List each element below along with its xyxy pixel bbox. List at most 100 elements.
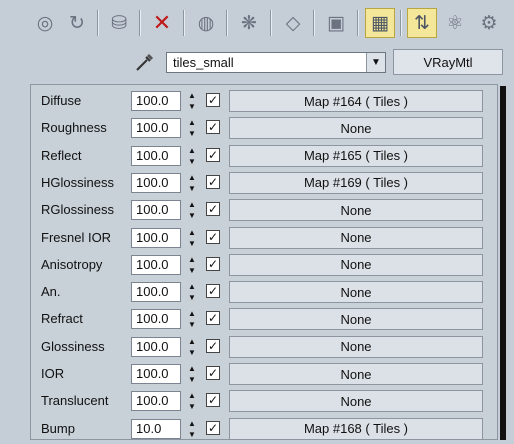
spinner-arrows-icon[interactable]: ▲ ▼: [187, 309, 197, 329]
map-row: HGlossiness 100.0 ▲ ▼ ✓ Map #169 ( Tiles ): [34, 171, 494, 195]
spinner-arrows-icon[interactable]: ▲ ▼: [187, 282, 197, 302]
toolbar-separator: [357, 10, 359, 36]
toolbar-separator: [313, 10, 315, 36]
toolbar-separator: [400, 10, 402, 36]
map-row: An. 100.0 ▲ ▼ ✓ None: [34, 280, 494, 304]
spinner-arrows-icon[interactable]: ▲ ▼: [187, 173, 197, 193]
map-row: Translucent 100.0 ▲ ▼ ✓ None: [34, 389, 494, 413]
get-material-icon[interactable]: ◎: [30, 8, 60, 38]
show-in-viewport-icon[interactable]: ▣: [321, 8, 351, 38]
map-amount-field[interactable]: 100.0: [131, 391, 181, 412]
toolbar-separator: [226, 10, 228, 36]
go-to-parent-icon[interactable]: ⚛: [440, 8, 470, 38]
map-enable-checkbox[interactable]: ✓: [206, 93, 220, 107]
map-amount-field[interactable]: 100.0: [131, 200, 181, 221]
map-slot-button[interactable]: Map #165 ( Tiles ): [229, 144, 483, 167]
map-amount-field[interactable]: 100.0: [131, 282, 181, 303]
map-row-label: Reflect: [41, 147, 82, 163]
map-row-label: Translucent: [41, 393, 109, 409]
material-editor-toolbar: ◎ ↻ ⛁ ✕ ◍ ❋ ◇ ▣ ▦ ⇅ ⚛ ⚙: [0, 0, 514, 44]
map-enable-checkbox[interactable]: ✓: [206, 284, 220, 299]
map-amount-field[interactable]: 100.0: [131, 118, 181, 139]
material-name: tiles_small: [173, 55, 234, 70]
map-slot-button[interactable]: Map #169 ( Tiles ): [229, 171, 483, 194]
map-row-label: Roughness: [41, 120, 107, 136]
spinner-arrows-icon[interactable]: ▲ ▼: [187, 200, 197, 220]
map-slot-button[interactable]: None: [229, 390, 483, 413]
spinner-arrows-icon[interactable]: ▲ ▼: [187, 146, 197, 166]
map-enable-checkbox[interactable]: ✓: [206, 120, 220, 135]
pick-material-eyedropper-icon[interactable]: [130, 49, 160, 75]
map-amount-field[interactable]: 100.0: [131, 336, 181, 357]
map-enable-checkbox[interactable]: ✓: [206, 393, 220, 408]
map-amount-field[interactable]: 100.0: [131, 145, 181, 166]
map-enable-checkbox[interactable]: ✓: [206, 366, 220, 380]
map-row-label: Anisotropy: [41, 256, 103, 272]
map-amount-field[interactable]: 100.0: [131, 254, 181, 275]
map-row-label: Refract: [41, 311, 83, 327]
spinner-arrows-icon[interactable]: ▲ ▼: [187, 118, 197, 138]
go-forward-icon[interactable]: ⚙: [474, 8, 504, 38]
map-row: Bump 10.0 ▲ ▼ ✓ Map #168 ( Tiles ): [34, 417, 494, 441]
show-end-result-icon[interactable]: ⇅: [407, 8, 437, 38]
map-amount-field[interactable]: 100.0: [131, 91, 181, 111]
spinner-arrows-icon[interactable]: ▲ ▼: [187, 228, 197, 248]
map-row: Diffuse 100.0 ▲ ▼ ✓ Map #164 ( Tiles ): [34, 89, 494, 113]
assign-material-icon[interactable]: ⛁: [104, 8, 134, 38]
map-row: Fresnel IOR 100.0 ▲ ▼ ✓ None: [34, 226, 494, 250]
map-slot-button[interactable]: None: [229, 117, 483, 140]
map-slot-button[interactable]: None: [229, 335, 483, 358]
map-row-label: An.: [41, 284, 61, 300]
map-slot-button[interactable]: None: [229, 253, 483, 276]
spinner-arrows-icon[interactable]: ▲ ▼: [187, 419, 197, 439]
panel-scrollbar[interactable]: [500, 86, 506, 440]
map-enable-checkbox[interactable]: ✓: [206, 229, 220, 244]
map-slot-button[interactable]: None: [229, 363, 483, 385]
map-row-label: HGlossiness: [41, 174, 114, 190]
map-enable-checkbox[interactable]: ✓: [206, 256, 220, 271]
toolbar-separator: [139, 10, 141, 36]
spinner-arrows-icon[interactable]: ▲ ▼: [187, 91, 197, 111]
toolbar-separator: [270, 10, 272, 36]
map-amount-field[interactable]: 100.0: [131, 364, 181, 384]
put-to-library-icon[interactable]: ❋: [234, 8, 264, 38]
map-slot-button[interactable]: None: [229, 199, 483, 222]
material-id-icon[interactable]: ◇: [278, 8, 308, 38]
map-row: Roughness 100.0 ▲ ▼ ✓ None: [34, 116, 494, 140]
map-slot-button[interactable]: None: [229, 281, 483, 304]
map-amount-field[interactable]: 100.0: [131, 172, 181, 193]
toolbar-separator: [97, 10, 99, 36]
spinner-arrows-icon[interactable]: ▲ ▼: [187, 364, 197, 384]
map-enable-checkbox[interactable]: ✓: [206, 202, 220, 217]
delete-icon[interactable]: ✕: [147, 8, 177, 38]
map-slot-button[interactable]: None: [229, 308, 483, 331]
material-type-button[interactable]: VRayMtl: [393, 49, 503, 75]
chevron-down-icon[interactable]: ▼: [366, 53, 385, 72]
map-amount-field[interactable]: 100.0: [131, 309, 181, 330]
map-row-label: RGlossiness: [41, 202, 114, 218]
map-row: Glossiness 100.0 ▲ ▼ ✓ None: [34, 335, 494, 359]
make-unique-icon[interactable]: ◍: [191, 8, 221, 38]
map-enable-checkbox[interactable]: ✓: [206, 420, 220, 435]
map-row-label: Diffuse: [41, 93, 82, 108]
map-slot-button[interactable]: None: [229, 226, 483, 249]
spinner-arrows-icon[interactable]: ▲ ▼: [187, 337, 197, 357]
map-enable-checkbox[interactable]: ✓: [206, 174, 220, 189]
material-name-combo[interactable]: tiles_small ▼: [166, 52, 386, 73]
map-enable-checkbox[interactable]: ✓: [206, 147, 220, 162]
map-row-label: Fresnel IOR: [41, 229, 112, 245]
show-background-icon[interactable]: ▦: [365, 8, 395, 38]
map-row: IOR 100.0 ▲ ▼ ✓ None: [34, 362, 494, 386]
map-slot-button[interactable]: Map #164 ( Tiles ): [229, 90, 483, 112]
map-row: Reflect 100.0 ▲ ▼ ✓ Map #165 ( Tiles ): [34, 144, 494, 168]
map-slot-button[interactable]: Map #168 ( Tiles ): [229, 417, 483, 440]
map-enable-checkbox[interactable]: ✓: [206, 338, 220, 353]
map-row: RGlossiness 100.0 ▲ ▼ ✓ None: [34, 198, 494, 222]
map-amount-field[interactable]: 10.0: [131, 418, 181, 439]
spinner-arrows-icon[interactable]: ▲ ▼: [187, 391, 197, 411]
put-to-scene-icon[interactable]: ↻: [62, 8, 92, 38]
map-amount-field[interactable]: 100.0: [131, 227, 181, 248]
map-enable-checkbox[interactable]: ✓: [206, 311, 220, 326]
map-row: Anisotropy 100.0 ▲ ▼ ✓ None: [34, 253, 494, 277]
spinner-arrows-icon[interactable]: ▲ ▼: [187, 255, 197, 275]
